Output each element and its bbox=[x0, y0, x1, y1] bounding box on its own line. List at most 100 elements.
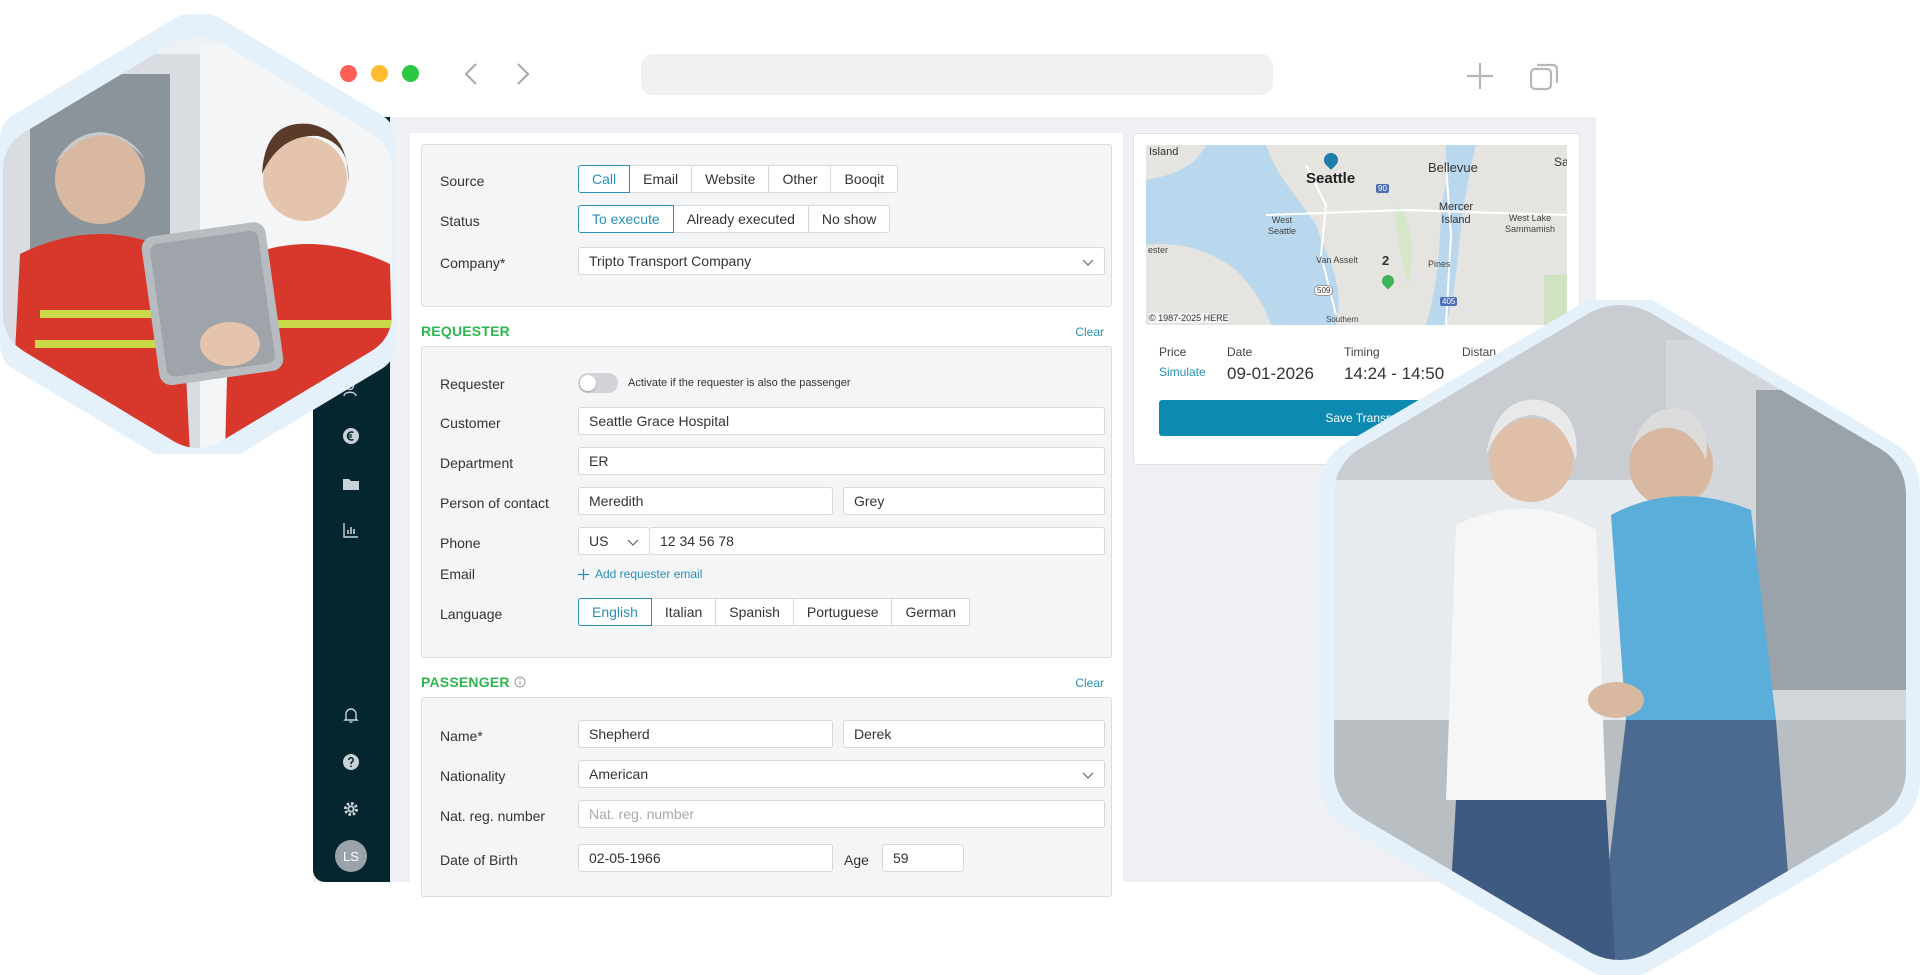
map-label-west-seattle: West Seattle bbox=[1267, 215, 1297, 236]
passenger-last-name-input[interactable]: Shepherd bbox=[578, 720, 833, 748]
source-option-other[interactable]: Other bbox=[768, 165, 832, 193]
map-label-west-lake-sammamish: West Lake Sammamish bbox=[1504, 213, 1555, 234]
dob-input[interactable]: 02-05-1966 bbox=[578, 844, 833, 872]
plus-icon bbox=[578, 568, 589, 580]
chevron-down-icon bbox=[627, 539, 639, 546]
email-label: Email bbox=[440, 566, 476, 582]
natreg-label: Nat. reg. number bbox=[440, 808, 546, 824]
customer-value: Seattle Grace Hospital bbox=[589, 413, 730, 429]
requester-clear-link[interactable]: Clear bbox=[1075, 325, 1104, 339]
passenger-clear-link[interactable]: Clear bbox=[1075, 676, 1104, 690]
passenger-first-name-input[interactable]: Derek bbox=[843, 720, 1105, 748]
name-label: Name* bbox=[440, 728, 483, 744]
route-map[interactable]: Island Seattle Bellevue Sa Mercer Island… bbox=[1146, 145, 1567, 325]
passenger-section-title: PASSENGER bbox=[421, 674, 526, 690]
language-option-german[interactable]: German bbox=[891, 598, 971, 626]
dob-value: 02-05-1966 bbox=[589, 850, 661, 866]
source-label: Source bbox=[440, 173, 485, 189]
status-label: Status bbox=[440, 213, 480, 229]
chart-icon[interactable] bbox=[339, 518, 363, 542]
requester-section-title: REQUESTER bbox=[421, 323, 510, 339]
paramedics-photo bbox=[0, 14, 395, 454]
address-bar[interactable] bbox=[641, 54, 1273, 95]
map-waypoint-number: 2 bbox=[1382, 253, 1390, 268]
natreg-placeholder: Nat. reg. number bbox=[589, 806, 695, 822]
map-label-seattle: Seattle bbox=[1306, 170, 1356, 187]
chevron-down-icon bbox=[1082, 259, 1094, 266]
help-icon[interactable] bbox=[339, 750, 363, 774]
add-email-text: Add requester email bbox=[595, 567, 703, 581]
phone-number-input[interactable]: 12 34 56 78 bbox=[649, 527, 1105, 555]
map-label-island: Island bbox=[1149, 146, 1179, 158]
forward-arrow-icon[interactable] bbox=[508, 60, 536, 88]
highway-shield-90: 90 bbox=[1376, 184, 1389, 193]
language-selector: English Italian Spanish Portuguese Germa… bbox=[578, 598, 971, 626]
passenger-last-name-value: Shepherd bbox=[589, 726, 650, 742]
back-arrow-icon[interactable] bbox=[458, 60, 486, 88]
toggle-knob bbox=[580, 375, 596, 391]
passenger-first-name-value: Derek bbox=[854, 726, 892, 742]
source-option-website[interactable]: Website bbox=[691, 165, 770, 193]
language-option-italian[interactable]: Italian bbox=[650, 598, 717, 626]
map-label-pines: Pines bbox=[1428, 259, 1451, 269]
phone-country-select[interactable]: US bbox=[578, 527, 650, 555]
department-value: ER bbox=[589, 453, 609, 469]
user-avatar[interactable]: LS bbox=[335, 840, 367, 872]
nationality-value: American bbox=[589, 766, 649, 782]
source-option-call[interactable]: Call bbox=[578, 165, 631, 193]
contact-last-name-input[interactable]: Grey bbox=[843, 487, 1105, 515]
company-value: Tripto Transport Company bbox=[589, 253, 752, 269]
folder-icon[interactable] bbox=[339, 472, 363, 496]
customer-input[interactable]: Seattle Grace Hospital bbox=[578, 407, 1105, 435]
simulate-price-link[interactable]: Simulate bbox=[1159, 365, 1206, 379]
window-maximize-dot[interactable] bbox=[402, 65, 419, 82]
dob-label: Date of Birth bbox=[440, 852, 518, 868]
natreg-input[interactable]: Nat. reg. number bbox=[578, 800, 1105, 828]
phone-country-value: US bbox=[589, 533, 609, 549]
elderly-couple-photo bbox=[1306, 300, 1920, 975]
language-option-english[interactable]: English bbox=[578, 598, 652, 626]
map-label-ester: ester bbox=[1148, 245, 1169, 255]
nationality-select[interactable]: American bbox=[578, 760, 1105, 788]
map-label-van-asselt: Van Asselt bbox=[1316, 255, 1358, 265]
map-label-sa: Sa bbox=[1554, 155, 1567, 169]
chevron-down-icon bbox=[1082, 772, 1094, 779]
add-requester-email-link[interactable]: Add requester email bbox=[578, 567, 702, 581]
new-tab-plus-icon[interactable] bbox=[1464, 60, 1496, 92]
status-option-to-execute[interactable]: To execute bbox=[578, 205, 674, 233]
company-select[interactable]: Tripto Transport Company bbox=[578, 247, 1105, 275]
source-option-booqit[interactable]: Booqit bbox=[830, 165, 899, 193]
tab-overview-icon[interactable] bbox=[1528, 60, 1560, 92]
general-card: Source Call Email Website Other Booqit S… bbox=[421, 144, 1112, 307]
date-value: 09-01-2026 bbox=[1227, 364, 1314, 383]
requester-toggle-hint: Activate if the requester is also the pa… bbox=[628, 377, 851, 389]
map-label-bellevue: Bellevue bbox=[1428, 160, 1478, 175]
contact-first-name-input[interactable]: Meredith bbox=[578, 487, 833, 515]
page: LS Source Call Email Website Other Booqi… bbox=[0, 0, 1920, 975]
contact-last-value: Grey bbox=[854, 493, 885, 509]
passenger-title-text: PASSENGER bbox=[421, 674, 510, 690]
requester-toggle-label: Requester bbox=[440, 376, 505, 392]
gear-icon[interactable] bbox=[339, 797, 363, 821]
department-input[interactable]: ER bbox=[578, 447, 1105, 475]
source-selector: Call Email Website Other Booqit bbox=[578, 165, 899, 193]
language-option-portuguese[interactable]: Portuguese bbox=[792, 598, 893, 626]
map-copyright: © 1987-2025 HERE bbox=[1149, 313, 1229, 323]
source-option-email[interactable]: Email bbox=[629, 165, 693, 193]
phone-number-value: 12 34 56 78 bbox=[660, 533, 734, 549]
passenger-card: Name* Shepherd Derek Nationality America… bbox=[421, 697, 1112, 897]
age-value: 59 bbox=[893, 850, 909, 866]
language-option-spanish[interactable]: Spanish bbox=[715, 598, 794, 626]
age-input[interactable]: 59 bbox=[882, 844, 964, 872]
info-icon[interactable] bbox=[514, 676, 526, 688]
status-selector: To execute Already executed No show bbox=[578, 205, 891, 233]
nationality-label: Nationality bbox=[440, 768, 506, 784]
bell-icon[interactable] bbox=[339, 703, 363, 727]
status-option-already-executed[interactable]: Already executed bbox=[672, 205, 809, 233]
status-option-no-show[interactable]: No show bbox=[807, 205, 891, 233]
requester-is-passenger-toggle[interactable] bbox=[578, 373, 618, 393]
highway-shield-509: 509 bbox=[1314, 285, 1334, 296]
age-label: Age bbox=[844, 852, 869, 868]
customer-label: Customer bbox=[440, 415, 501, 431]
booking-form: Source Call Email Website Other Booqit S… bbox=[410, 133, 1123, 897]
